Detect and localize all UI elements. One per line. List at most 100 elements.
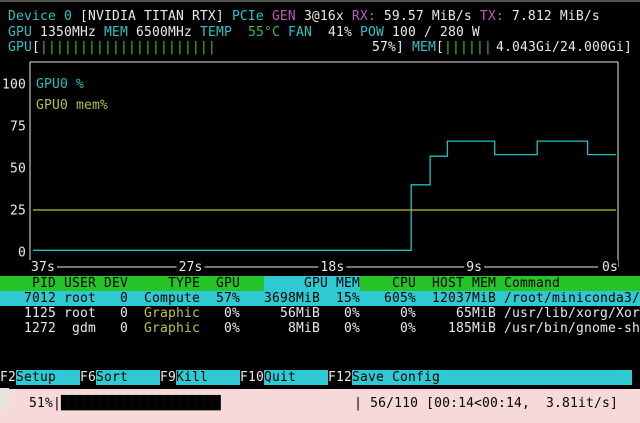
fkey-sort-key: F6 — [80, 370, 96, 385]
mem-gauge-value: 4.043Gi/24.000Gi — [496, 40, 624, 55]
process-row-selected[interactable]: 7012 root 0 Compute 57% 3698MiB 15% 605%… — [0, 291, 640, 306]
svg-text:0s: 0s — [602, 260, 618, 275]
header-command[interactable]: Command — [496, 276, 640, 291]
process-table-header: PID USER DEV TYPE GPU GPU MEM CPU HOST M… — [0, 276, 640, 291]
temp-value: 55°C — [248, 25, 280, 40]
process-row[interactable]: 1272 gdm 0 Graphic 0% 8MiB 0% 0% 185MiB … — [0, 321, 640, 336]
mem-gauge-label: MEM — [412, 40, 436, 55]
mem-gauge-bars: |||||| — [444, 40, 492, 55]
svg-text:0: 0 — [18, 246, 26, 261]
progress-percent: 51%| — [0, 396, 61, 411]
pow-label: POW — [360, 25, 384, 40]
svg-text:25: 25 — [10, 204, 26, 219]
header-dev[interactable]: DEV — [96, 276, 128, 291]
svg-text:75: 75 — [10, 120, 26, 135]
window-corner-notch — [0, 388, 9, 409]
svg-text:50: 50 — [10, 162, 26, 177]
legend-gpu-mem-percent: GPU0 mem% — [36, 98, 108, 113]
cell-gpu: 57% — [200, 291, 240, 306]
fkey-save-config-key: F12 — [328, 370, 352, 385]
fkey-quit-key: F10 — [240, 370, 264, 385]
cell-host-mem: 12037MiB — [416, 291, 496, 306]
gen-value: 3@16x — [304, 9, 344, 24]
pcie-label: PCIe — [232, 9, 264, 24]
cell-mem-percent: 0% — [320, 306, 360, 321]
fkey-setup-button[interactable]: Setup — [16, 370, 80, 385]
progress-counter: | 56/110 [00:14<00:14, 3.81it/s] — [354, 396, 640, 411]
cell-cpu: 0% — [360, 306, 416, 321]
fan-label: FAN — [288, 25, 312, 40]
cell-cpu: 0% — [360, 321, 416, 336]
cell-cpu: 605% — [360, 291, 416, 306]
header-gpu[interactable]: GPU — [200, 276, 240, 291]
shell-progress-strip: 51%|████████████████████ | 56/110 [00:14… — [0, 389, 640, 423]
gen-label: GEN — [272, 9, 296, 24]
cell-host-mem: 185MiB — [416, 321, 496, 336]
progress-bar-fill: ████████████████████ — [61, 396, 221, 411]
header-cpu[interactable]: CPU — [360, 276, 416, 291]
fkey-kill-key: F9 — [160, 370, 176, 385]
cell-command: /usr/bin/gnome-sh — [496, 321, 640, 336]
cell-gpu-mem: 3698MiB — [240, 291, 320, 306]
header-type[interactable]: TYPE — [128, 276, 200, 291]
svg-text:18s: 18s — [320, 260, 344, 275]
cell-pid: 1125 — [0, 306, 56, 321]
chart-series — [33, 141, 616, 250]
process-row[interactable]: 1125 root 0 Graphic 0% 56MiB 0% 0% 65MiB… — [0, 306, 640, 321]
temp-label: TEMP — [200, 25, 232, 40]
cell-dev: 0 — [96, 291, 128, 306]
svg-text:37s: 37s — [31, 260, 55, 275]
gpu-clock-label: GPU — [8, 25, 32, 40]
tx-label: TX: — [480, 9, 504, 24]
cell-command: /root/miniconda3/ — [496, 291, 640, 306]
pow-value: 100 / 280 W — [392, 25, 480, 40]
mem-usage-gauge: |||||| 4.043Gi/24.000Gi — [444, 40, 624, 55]
device-info-line: Device 0 [NVIDIA TITAN RTX] PCIe GEN 3@1… — [8, 9, 600, 24]
nvtop-terminal: Device 0 [NVIDIA TITAN RTX] PCIe GEN 3@1… — [0, 0, 640, 423]
clock-info-line: GPU 1350MHz MEM 6500MHz TEMP 55°C FAN 41… — [8, 25, 480, 40]
function-key-bar: F2 Setup F6 Sort F9 Kill F10 Quit F12 Sa… — [0, 370, 632, 385]
svg-text:9s: 9s — [466, 260, 482, 275]
gpu-gauge-value: 57% — [372, 40, 396, 55]
svg-text:100: 100 — [2, 78, 26, 93]
cell-user: root — [56, 291, 96, 306]
fan-value: 41% — [328, 25, 352, 40]
fkey-kill-button[interactable]: Kill — [176, 370, 240, 385]
utilization-chart: 100 75 50 25 0 37s 27s 18s 9s 0s GPU0 % GPU0 mem% — [0, 60, 640, 275]
tx-value: 7.812 MiB/s — [512, 9, 600, 24]
cell-gpu: 0% — [200, 321, 240, 336]
header-gpu-mem-sort-active[interactable]: GPU MEM — [264, 276, 360, 291]
fkey-setup-key: F2 — [0, 370, 16, 385]
cell-pid: 7012 — [0, 291, 56, 306]
tqdm-progress-line: 51%|████████████████████ | 56/110 [00:14… — [0, 396, 640, 411]
cell-mem-percent: 0% — [320, 321, 360, 336]
cell-gpu: 0% — [200, 306, 240, 321]
header-user[interactable]: USER — [56, 276, 96, 291]
fkey-save-config-button[interactable]: Save Config — [352, 370, 632, 385]
header-host-mem[interactable]: HOST MEM — [416, 276, 496, 291]
device-label: Device 0 — [8, 9, 72, 24]
cell-dev: 0 — [96, 321, 128, 336]
cell-command: /usr/lib/xorg/Xor — [496, 306, 640, 321]
device-name: [NVIDIA TITAN RTX] — [80, 9, 224, 24]
cell-user: gdm — [56, 321, 96, 336]
gpu-utilization-gauge: |||||||||||||||||||||| 57% — [40, 40, 396, 55]
cell-host-mem: 65MiB — [416, 306, 496, 321]
rx-label: RX: — [352, 9, 376, 24]
svg-text:27s: 27s — [179, 260, 203, 275]
cell-pid: 1272 — [0, 321, 56, 336]
fkey-sort-button[interactable]: Sort — [96, 370, 160, 385]
gpu-gauge-bars: |||||||||||||||||||||| — [40, 40, 216, 55]
header-pid[interactable]: PID — [0, 276, 56, 291]
gpu-gauge-label: GPU — [8, 40, 32, 55]
mem-clock-label: MEM — [104, 25, 128, 40]
cell-type: Graphic — [128, 321, 200, 336]
fkey-quit-button[interactable]: Quit — [264, 370, 328, 385]
cell-user: root — [56, 306, 96, 321]
cell-dev: 0 — [96, 306, 128, 321]
cell-type: Compute — [128, 291, 200, 306]
legend-gpu-percent: GPU0 % — [36, 77, 84, 92]
cell-mem-percent: 15% — [320, 291, 360, 306]
gauge-line: GPU[||||||||||||||||||||||57%] MEM[|||||… — [8, 40, 632, 55]
gpu-clock-value: 1350MHz — [40, 25, 96, 40]
